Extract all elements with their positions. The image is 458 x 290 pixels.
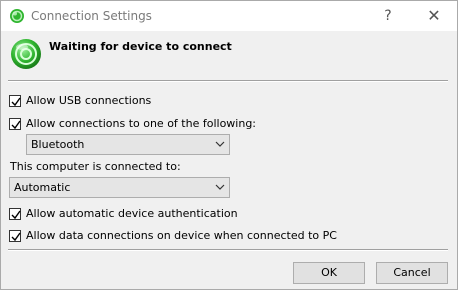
connection-type-select[interactable]: Bluetooth: [26, 134, 230, 155]
ok-button[interactable]: OK: [293, 262, 365, 284]
connected-to-select[interactable]: Automatic: [9, 177, 230, 198]
chevron-down-icon: [215, 141, 225, 147]
auto-auth-checkbox[interactable]: [9, 208, 21, 220]
data-connections-checkbox[interactable]: [9, 230, 21, 242]
green-sync-orb-icon: [11, 39, 41, 69]
chevron-down-icon: [215, 184, 225, 190]
checkmark-icon: [11, 120, 21, 130]
separator: [8, 80, 448, 82]
allow-usb-checkbox[interactable]: [9, 95, 21, 107]
allow-usb-label: Allow USB connections: [26, 94, 152, 107]
status-message: Waiting for device to connect: [49, 40, 232, 53]
connection-type-value: Bluetooth: [31, 138, 85, 151]
connected-to-label: This computer is connected to:: [10, 160, 181, 173]
checkmark-icon: [11, 232, 21, 242]
separator: [8, 249, 448, 251]
allow-one-of-checkbox[interactable]: [9, 118, 21, 130]
connected-to-value: Automatic: [14, 181, 71, 194]
connection-settings-dialog: Connection Settings ? ✕ Waiting for devi…: [0, 0, 458, 290]
checkmark-icon: [11, 97, 21, 107]
allow-one-of-label: Allow connections to one of the followin…: [26, 117, 257, 130]
help-button[interactable]: ?: [365, 1, 411, 31]
title-bar: Connection Settings ? ✕: [1, 1, 457, 31]
cancel-button[interactable]: Cancel: [376, 262, 448, 284]
checkmark-icon: [11, 210, 21, 220]
app-icon: [10, 9, 24, 23]
auto-auth-label: Allow automatic device authentication: [26, 207, 238, 220]
data-connections-label: Allow data connections on device when co…: [26, 229, 337, 242]
window-title: Connection Settings: [31, 9, 152, 23]
close-button[interactable]: ✕: [411, 1, 457, 31]
